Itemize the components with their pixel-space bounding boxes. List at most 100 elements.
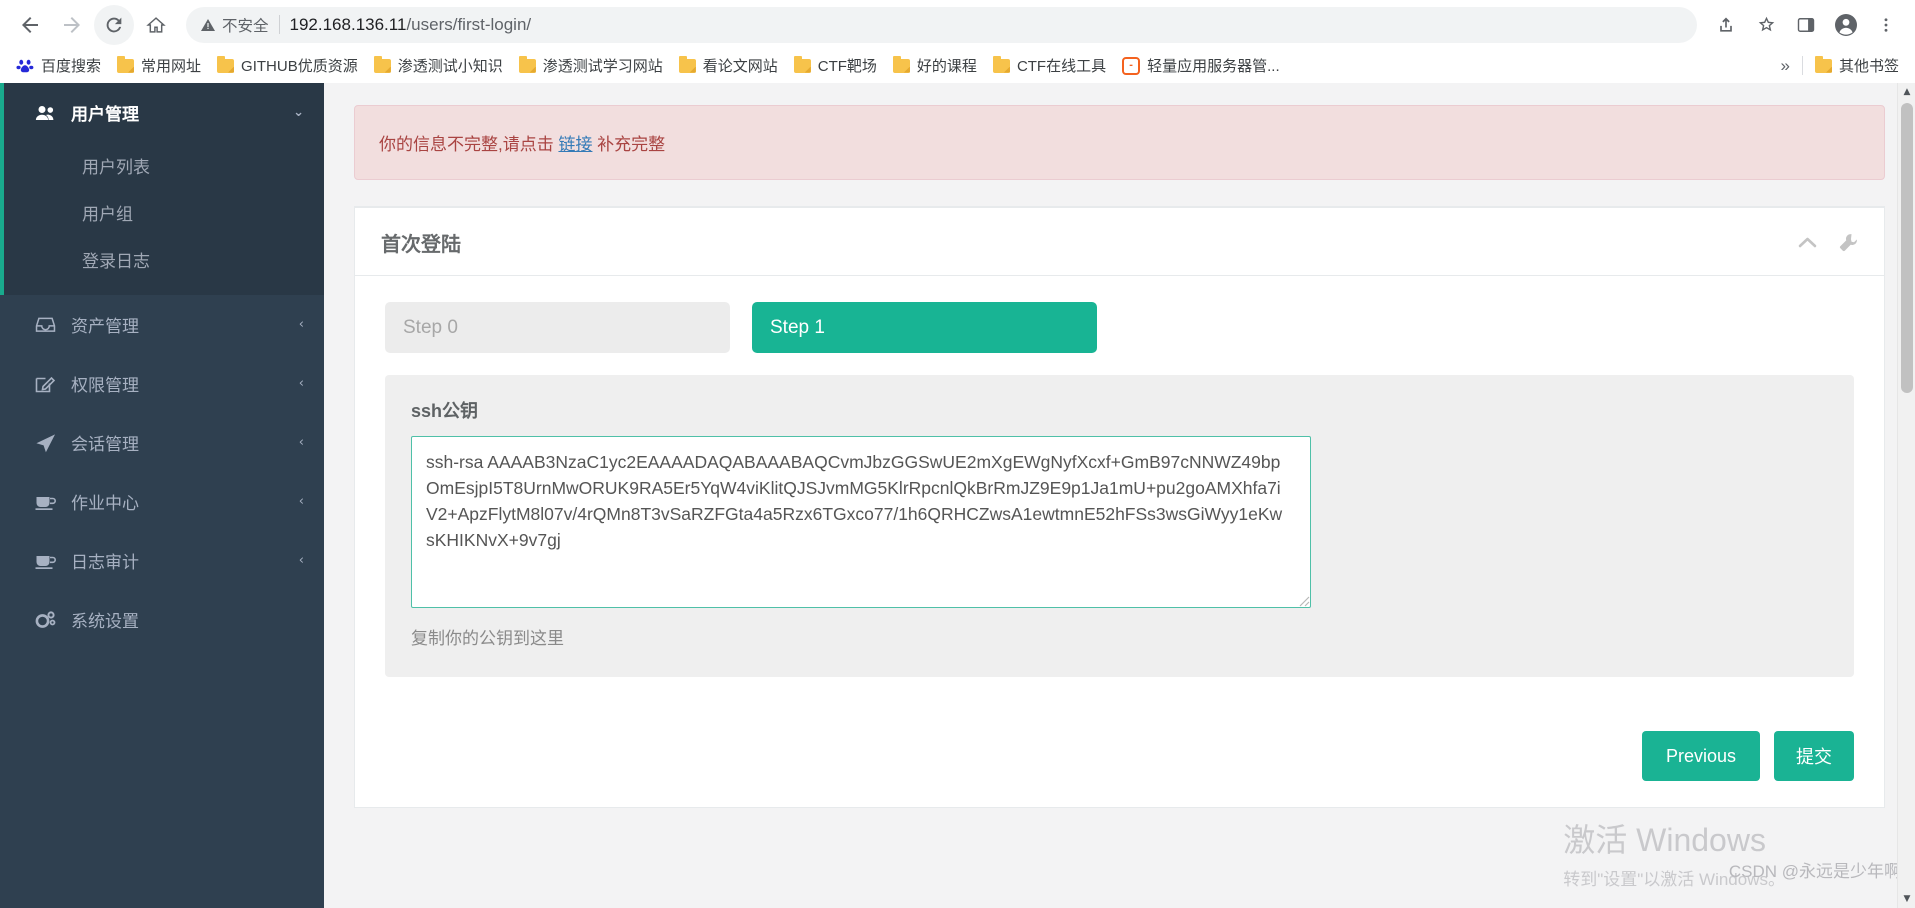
users-icon: [35, 105, 61, 121]
panel-footer: Previous 提交: [355, 707, 1884, 807]
bookmark-item[interactable]: 看论文网站: [671, 52, 786, 79]
bookmark-label: 百度搜索: [41, 58, 102, 75]
folder-icon: [518, 55, 536, 73]
watermark-line-2: 转到"设置"以激活 Windows。: [1563, 870, 1785, 889]
sidebar-group-session-management[interactable]: 会话管理 ‹: [0, 413, 324, 472]
collapse-chevron-icon[interactable]: [1798, 236, 1817, 249]
sidepanel-icon[interactable]: [1787, 6, 1825, 44]
bookmark-item[interactable]: CTF靶场: [786, 52, 885, 79]
chevron-left-icon: ‹: [298, 553, 304, 568]
step-tabs: Step 0 Step 1: [385, 302, 1854, 353]
panel-header: 首次登陆: [355, 208, 1884, 276]
scrollbar-thumb[interactable]: [1901, 103, 1913, 393]
alert-supplement-link[interactable]: 链接: [558, 135, 592, 154]
reload-icon[interactable]: [94, 4, 134, 45]
panel-body: Step 0 Step 1 ssh公钥 复制你的公钥到这里: [355, 276, 1884, 707]
browser-toolbar: 不安全 192.168.136.11/users/first-login/: [0, 0, 1915, 49]
ssh-key-label: ssh公钥: [411, 401, 479, 421]
tab-step-0[interactable]: Step 0: [385, 302, 730, 353]
bookmark-item[interactable]: 常用网址: [109, 52, 209, 79]
back-arrow-icon[interactable]: [10, 5, 50, 45]
folder-icon: [217, 55, 235, 73]
edit-square-icon: [35, 374, 61, 394]
scrollbar-down-arrow-icon[interactable]: ▼: [1898, 890, 1915, 908]
windows-activation-watermark: 激活 Windows 转到"设置"以激活 Windows。: [1563, 815, 1785, 890]
forward-arrow-icon[interactable]: [52, 5, 92, 45]
bookmark-label: GITHUB优质资源: [241, 58, 358, 75]
submit-button[interactable]: 提交: [1774, 731, 1854, 781]
incomplete-info-alert: 你的信息不完整,请点击 链接 补充完整: [354, 105, 1885, 180]
security-label: 不安全: [222, 17, 269, 35]
home-icon[interactable]: [136, 5, 176, 45]
chevron-left-icon: ‹: [298, 317, 304, 332]
sidebar-item-label: 资产管理: [71, 317, 139, 336]
sidebar-group-job-center[interactable]: 作业中心 ‹: [0, 472, 324, 531]
sidebar-item-label: 日志审计: [71, 553, 139, 572]
orange-bracket-icon: -: [1122, 56, 1141, 75]
watermark-line-1: 激活 Windows: [1563, 822, 1766, 858]
sidebar-item-label: 作业中心: [71, 494, 139, 513]
security-warning-chip[interactable]: 不安全: [200, 14, 269, 36]
page-scrollbar[interactable]: ▲ ▼: [1897, 83, 1915, 908]
sidebar-group-log-audit[interactable]: 日志审计 ‹: [0, 531, 324, 590]
sidebar-group-system-settings[interactable]: 系统设置: [0, 590, 324, 649]
sidebar-item-user-list[interactable]: 用户列表: [4, 142, 324, 189]
sidebar-item-label: 权限管理: [71, 376, 139, 395]
sidebar-item-log-audit[interactable]: 日志审计 ‹: [0, 531, 324, 590]
folder-icon: [992, 55, 1010, 73]
bookmark-label: 好的课程: [916, 58, 977, 75]
more-menu-icon[interactable]: [1867, 6, 1905, 44]
sidebar-item-system-settings[interactable]: 系统设置: [0, 590, 324, 649]
share-icon[interactable]: [1707, 6, 1745, 44]
page-title: 首次登陆: [381, 234, 461, 256]
bookmark-item[interactable]: - 轻量应用服务器管...: [1114, 52, 1288, 79]
gears-icon: [35, 610, 61, 630]
profile-icon[interactable]: [1827, 6, 1865, 44]
tab-step-1[interactable]: Step 1: [752, 302, 1097, 353]
sidebar-group-user-management[interactable]: 用户管理 ⌄ 用户列表 用户组 登录日志: [0, 83, 324, 295]
bookmark-label: 渗透测试学习网站: [542, 58, 663, 75]
bookmarks-separator: [1801, 56, 1803, 75]
star-icon[interactable]: [1747, 6, 1785, 44]
bookmark-label: 轻量应用服务器管...: [1147, 58, 1280, 75]
sidebar-item-user-management[interactable]: 用户管理 ⌄: [4, 83, 324, 142]
wrench-icon[interactable]: [1839, 233, 1858, 252]
sidebar-item-permission-management[interactable]: 权限管理 ‹: [0, 354, 324, 413]
chevron-left-icon: ‹: [298, 376, 304, 391]
chevron-left-icon: ‹: [298, 494, 304, 509]
page-viewport: 用户管理 ⌄ 用户列表 用户组 登录日志 资产管理 ‹ 权限管理 ‹ 会话管理 …: [0, 83, 1915, 908]
sidebar-group-permission-management[interactable]: 权限管理 ‹: [0, 354, 324, 413]
sidebar-item-label: 会话管理: [71, 435, 139, 454]
bookmark-item[interactable]: 渗透测试学习网站: [511, 52, 671, 79]
csdn-watermark: CSDN @永远是少年啊: [1728, 862, 1901, 881]
sidebar-group-asset-management[interactable]: 资产管理 ‹: [0, 295, 324, 354]
other-bookmarks-button[interactable]: 其他书签: [1807, 52, 1907, 79]
sidebar-item-job-center[interactable]: 作业中心 ‹: [0, 472, 324, 531]
bookmark-item[interactable]: GITHUB优质资源: [209, 52, 366, 79]
bookmark-label: CTF在线工具: [1016, 58, 1107, 75]
ssh-key-form: ssh公钥 复制你的公钥到这里: [385, 375, 1854, 677]
url-text[interactable]: 192.168.136.11/users/first-login/: [290, 15, 532, 35]
address-bar[interactable]: 不安全 192.168.136.11/users/first-login/: [186, 6, 1697, 43]
coffee-icon: [35, 494, 61, 510]
bookmark-label: 渗透测试小知识: [397, 58, 503, 75]
ssh-key-input[interactable]: [411, 436, 1311, 608]
sidebar-item-login-log[interactable]: 登录日志: [4, 236, 324, 283]
previous-button[interactable]: Previous: [1641, 731, 1760, 781]
sidebar-item-user-group[interactable]: 用户组: [4, 189, 324, 236]
sidebar-item-session-management[interactable]: 会话管理 ‹: [0, 413, 324, 472]
sidebar-item-asset-management[interactable]: 资产管理 ‹: [0, 295, 324, 354]
bookmark-item[interactable]: 百度搜索: [8, 52, 109, 79]
ssh-key-textarea-wrapper: [411, 436, 1311, 608]
bookmark-item[interactable]: 渗透测试小知识: [366, 52, 511, 79]
url-host: 192.168.136.11: [289, 14, 407, 34]
scrollbar-up-arrow-icon[interactable]: ▲: [1898, 83, 1915, 101]
bookmark-item[interactable]: 好的课程: [885, 52, 985, 79]
inbox-icon: [35, 316, 61, 333]
main-content: 你的信息不完整,请点击 链接 补充完整 首次登陆 Step 0 Step 1 s…: [324, 83, 1915, 908]
folder-icon: [117, 55, 135, 73]
alert-text-before: 你的信息不完整,请点击: [379, 135, 559, 154]
folder-icon: [373, 55, 391, 73]
bookmarks-overflow-chevron-icon[interactable]: »: [1773, 56, 1798, 76]
bookmark-item[interactable]: CTF在线工具: [985, 52, 1114, 79]
